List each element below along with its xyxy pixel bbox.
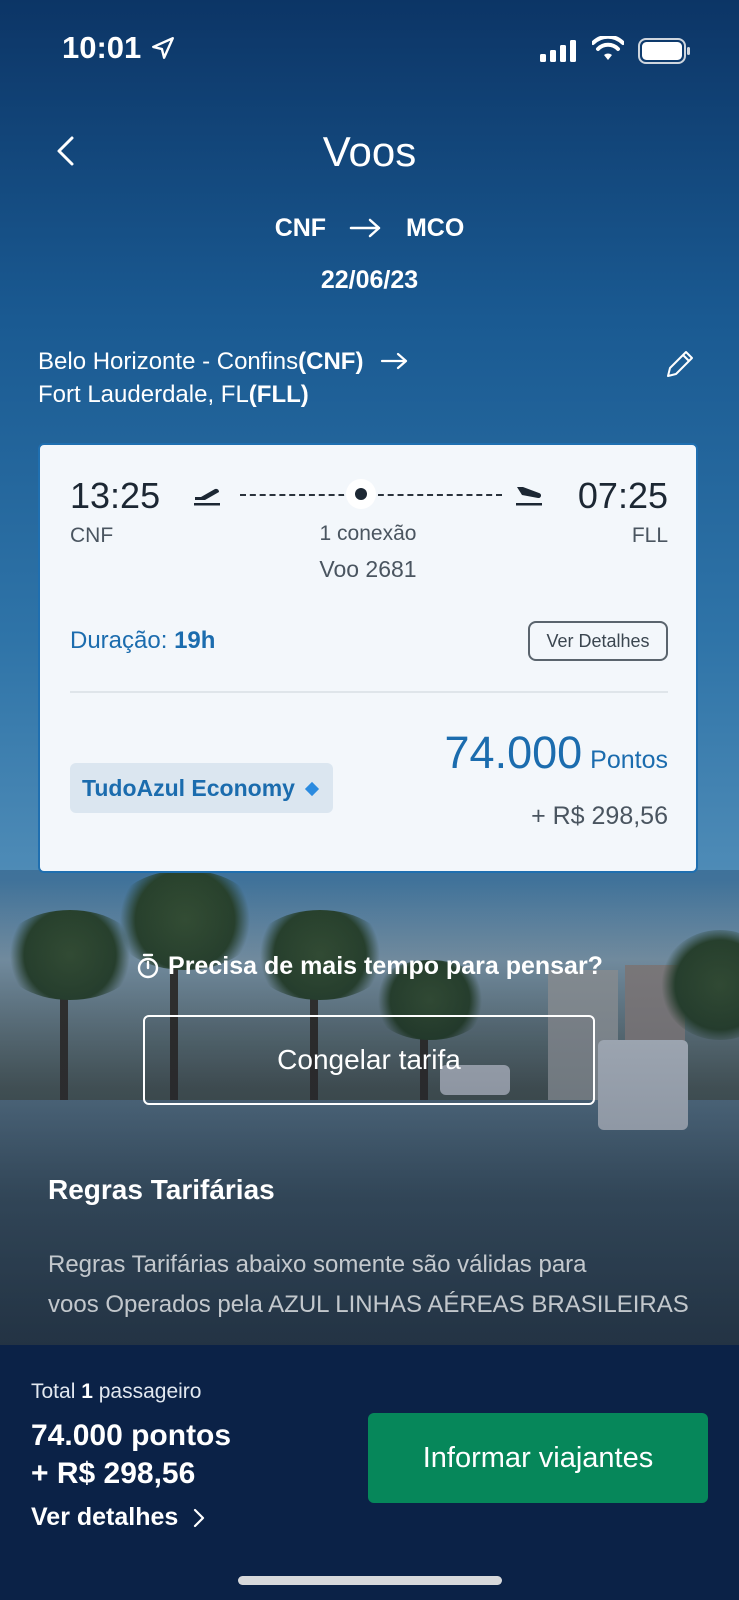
points-unit: Pontos bbox=[590, 746, 668, 774]
takeoff-icon bbox=[194, 488, 220, 506]
total-cash: + R$ 298,56 bbox=[31, 1457, 196, 1490]
passenger-count: 1 bbox=[81, 1380, 93, 1403]
origin-code: CNF bbox=[274, 213, 327, 242]
freeze-fare-button[interactable]: Congelar tarifa bbox=[143, 1015, 595, 1105]
from-city: Belo Horizonte - Confins bbox=[38, 348, 299, 375]
status-time: 10:01 bbox=[62, 30, 142, 65]
see-details-link[interactable]: Ver detalhes bbox=[31, 1503, 206, 1532]
booking-footer: Total 1 passageiro 74.000 pontos + R$ 29… bbox=[0, 1345, 739, 1600]
location-arrow-icon bbox=[152, 37, 174, 59]
to-city: Fort Lauderdale, FL bbox=[38, 381, 249, 408]
total-label: Total bbox=[31, 1380, 76, 1403]
freeze-prompt: Precisa de mais tempo para pensar? bbox=[0, 952, 739, 981]
edit-pencil-icon[interactable] bbox=[662, 348, 696, 382]
inform-travelers-button[interactable]: Informar viajantes bbox=[368, 1413, 708, 1503]
stopwatch-icon bbox=[137, 953, 159, 979]
fare-rules-title: Regras Tarifárias bbox=[48, 1174, 275, 1205]
duration-value: 19h bbox=[174, 627, 216, 654]
route-summary: CNF MCO bbox=[0, 213, 739, 243]
arrow-right-icon bbox=[381, 352, 408, 370]
duration-label: Duração: bbox=[70, 627, 168, 654]
flight-number: Voo 2681 bbox=[319, 556, 417, 582]
to-code: (FLL) bbox=[248, 381, 309, 408]
connection-count: 1 conexão bbox=[319, 522, 417, 545]
cash-price: + R$ 298,56 bbox=[531, 802, 668, 830]
total-points: 74.000 pontos bbox=[31, 1419, 232, 1452]
page-title: Voos bbox=[322, 128, 417, 175]
total-passengers: Total 1 passageiro bbox=[31, 1380, 201, 1404]
landing-icon bbox=[516, 487, 542, 506]
fare-family-label: TudoAzul Economy bbox=[82, 775, 295, 801]
from-code: (CNF) bbox=[298, 348, 364, 375]
arrow-right-icon bbox=[349, 219, 381, 238]
freeze-question: Precisa de mais tempo para pensar? bbox=[168, 952, 603, 980]
itinerary-description: Belo Horizonte - Confins(CNF) Fort Laude… bbox=[38, 345, 410, 411]
see-details-label: Ver detalhes bbox=[31, 1503, 179, 1531]
travel-date: 22/06/23 bbox=[320, 266, 419, 294]
chevron-right-icon bbox=[194, 1508, 205, 1528]
battery-icon bbox=[638, 38, 690, 64]
passenger-label: passageiro bbox=[98, 1380, 202, 1403]
fare-rules-line-2: voos Operados pela AZUL LINHAS AÉREAS BR… bbox=[48, 1291, 689, 1318]
points-price: 74.000 Pontos bbox=[445, 727, 668, 779]
signal-icon bbox=[540, 40, 576, 62]
destination-code: MCO bbox=[405, 213, 465, 242]
arrival-time: 07:25 bbox=[577, 475, 668, 516]
flight-card[interactable]: 13:25 CNF 07:25 FLL 1 conexão Voo 2681 D… bbox=[38, 443, 698, 873]
home-indicator[interactable] bbox=[238, 1576, 502, 1585]
fare-rules-text: Regras Tarifárias abaixo somente são vál… bbox=[48, 1245, 693, 1325]
wifi-icon bbox=[592, 36, 624, 60]
departure-time: 13:25 bbox=[70, 475, 161, 516]
view-details-button[interactable]: Ver Detalhes bbox=[528, 621, 668, 661]
connection-dot bbox=[346, 479, 376, 509]
status-bar: 10:01 bbox=[0, 30, 739, 70]
flight-selection-screen: 10:01 Voos CNF MCO 22/06/23 Belo Horizon… bbox=[0, 0, 739, 1600]
card-divider bbox=[70, 691, 668, 693]
diamond-icon bbox=[304, 781, 320, 797]
points-value: 74.000 bbox=[444, 727, 583, 778]
duration: Duração: 19h bbox=[70, 627, 215, 655]
fare-rules-line-1: Regras Tarifárias abaixo somente são vál… bbox=[48, 1251, 587, 1278]
fare-family-badge: TudoAzul Economy bbox=[70, 763, 333, 813]
